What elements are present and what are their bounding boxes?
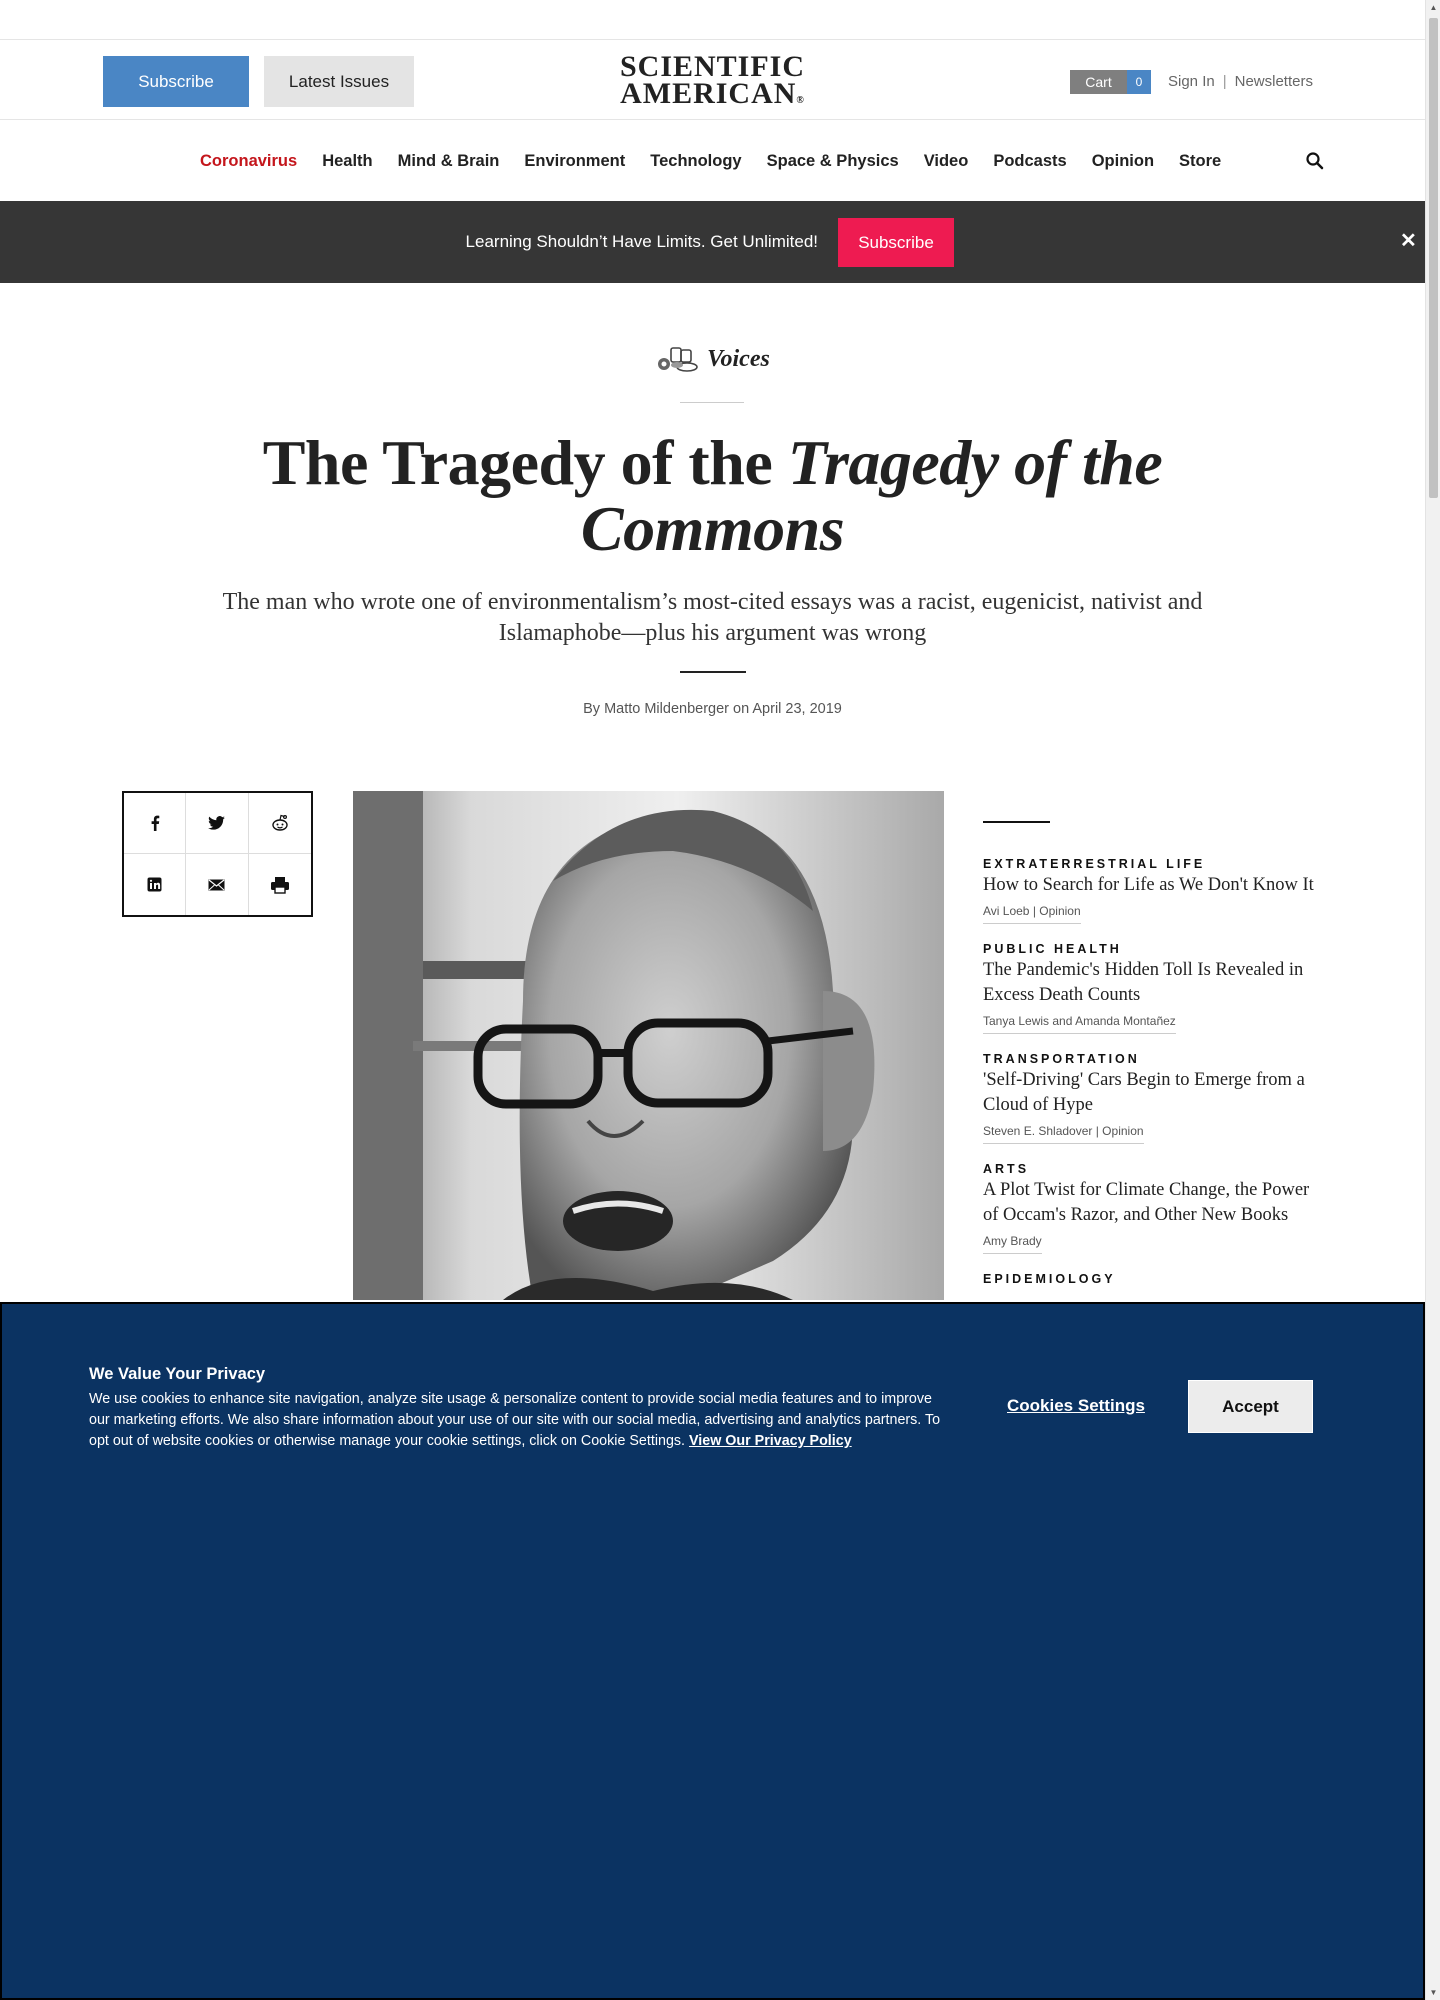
- nav-item-environment[interactable]: Environment: [524, 152, 625, 171]
- search-icon[interactable]: [1305, 151, 1325, 171]
- item-kicker: ARTS: [983, 1162, 1030, 1176]
- print-icon[interactable]: [249, 854, 311, 915]
- cookie-title: We Value Your Privacy: [89, 1365, 266, 1383]
- cookies-settings-button[interactable]: Cookies Settings: [1007, 1396, 1145, 1416]
- scrollbar[interactable]: ▲ ▼: [1425, 0, 1440, 2000]
- list-item[interactable]: TRANSPORTATION 'Self-Driving' Cars Begin…: [983, 1052, 1328, 1144]
- scroll-up-icon[interactable]: ▲: [1426, 0, 1440, 15]
- facebook-icon[interactable]: [124, 793, 187, 854]
- nav-item-podcasts[interactable]: Podcasts: [993, 152, 1066, 171]
- item-byline: Tanya Lewis and Amanda Montañez: [983, 1014, 1176, 1034]
- item-title[interactable]: A Plot Twist for Climate Change, the Pow…: [983, 1178, 1328, 1228]
- cart-label: Cart: [1070, 70, 1127, 94]
- nav-item-store[interactable]: Store: [1179, 152, 1221, 171]
- reddit-icon[interactable]: [248, 793, 311, 854]
- scroll-down-icon[interactable]: ▼: [1426, 1985, 1440, 2000]
- section-label[interactable]: Voices: [0, 344, 1425, 379]
- cart-button[interactable]: Cart 0: [1070, 70, 1151, 94]
- site-logo[interactable]: SCIENTIFIC AMERICAN®: [605, 50, 820, 114]
- byline-prefix: By: [583, 701, 601, 717]
- logo-line-1: SCIENTIFIC: [619, 50, 806, 83]
- cookie-body: We use cookies to enhance site navigatio…: [89, 1389, 949, 1452]
- item-title[interactable]: 'Self-Driving' Cars Begin to Emerge from…: [983, 1068, 1328, 1118]
- byline: By Matto Mildenberger on April 23, 2019: [0, 701, 1425, 717]
- item-kicker: PUBLIC HEALTH: [983, 942, 1122, 956]
- section-name: Voices: [707, 345, 770, 372]
- sidebar-divider: [983, 821, 1050, 823]
- registered-mark: ®: [796, 95, 805, 106]
- divider: [680, 671, 746, 673]
- latest-issues-button[interactable]: Latest Issues: [264, 56, 414, 107]
- item-kicker: EPIDEMIOLOGY: [983, 1272, 1116, 1286]
- email-icon[interactable]: [186, 854, 249, 915]
- top-strip: [0, 0, 1425, 40]
- logo-line-2: AMERICAN: [620, 77, 797, 110]
- divider: [680, 402, 744, 403]
- article-headline: The Tragedy of the Tragedy of the Common…: [150, 430, 1275, 562]
- voices-icon: [658, 347, 698, 372]
- nav-item-space-physics[interactable]: Space & Physics: [767, 152, 899, 171]
- account-links: Sign In | Newsletters: [1168, 70, 1313, 94]
- promo-banner: Learning Shouldn’t Have Limits. Get Unli…: [0, 201, 1425, 283]
- list-item[interactable]: EXTRATERRESTRIAL LIFE How to Search for …: [983, 857, 1328, 924]
- nav-item-technology[interactable]: Technology: [650, 152, 741, 171]
- item-kicker: TRANSPORTATION: [983, 1052, 1140, 1066]
- list-item[interactable]: EPIDEMIOLOGY: [983, 1272, 1328, 1286]
- linkedin-icon[interactable]: [124, 854, 187, 915]
- nav-item-mind-brain[interactable]: Mind & Brain: [398, 152, 500, 171]
- list-item[interactable]: ARTS A Plot Twist for Climate Change, th…: [983, 1162, 1328, 1254]
- list-item[interactable]: PUBLIC HEALTH The Pandemic's Hidden Toll…: [983, 942, 1328, 1034]
- subscribe-button[interactable]: Subscribe: [103, 56, 249, 107]
- link-separator: |: [1222, 73, 1227, 90]
- item-title[interactable]: How to Search for Life as We Don't Know …: [983, 873, 1328, 898]
- nav-item-coronavirus[interactable]: Coronavirus: [200, 152, 297, 171]
- byline-on: on: [733, 701, 750, 717]
- scrollbar-thumb[interactable]: [1429, 18, 1438, 498]
- twitter-icon[interactable]: [186, 793, 249, 854]
- related-articles: EXTRATERRESTRIAL LIFE How to Search for …: [983, 857, 1328, 1304]
- article-dek: The man who wrote one of environmentalis…: [222, 589, 1203, 646]
- article-hero-image: [353, 791, 944, 1300]
- item-byline: Steven E. Shladover | Opinion: [983, 1124, 1144, 1144]
- nav-item-opinion[interactable]: Opinion: [1092, 152, 1154, 171]
- sign-in-link[interactable]: Sign In: [1168, 73, 1215, 90]
- accept-button[interactable]: Accept: [1188, 1380, 1313, 1433]
- publish-date: April 23, 2019: [752, 701, 842, 717]
- cart-count-badge: 0: [1127, 70, 1151, 94]
- promo-text: Learning Shouldn’t Have Limits. Get Unli…: [465, 232, 818, 251]
- item-title[interactable]: The Pandemic's Hidden Toll Is Revealed i…: [983, 958, 1328, 1008]
- close-icon[interactable]: ✕: [1400, 231, 1417, 251]
- author-link[interactable]: Matto Mildenberger: [604, 701, 729, 717]
- main-nav: Coronavirus Health Mind & Brain Environm…: [0, 121, 1425, 201]
- site-header: Subscribe Latest Issues SCIENTIFIC AMERI…: [0, 40, 1425, 120]
- item-byline: Amy Brady: [983, 1234, 1042, 1254]
- privacy-policy-link[interactable]: View Our Privacy Policy: [689, 1433, 852, 1449]
- share-grid: [122, 791, 313, 917]
- item-byline: Avi Loeb | Opinion: [983, 904, 1081, 924]
- headline-plain: The Tragedy of the: [262, 427, 788, 498]
- nav-item-video[interactable]: Video: [924, 152, 969, 171]
- promo-subscribe-button[interactable]: Subscribe: [838, 218, 954, 267]
- nav-item-health[interactable]: Health: [322, 152, 372, 171]
- newsletters-link[interactable]: Newsletters: [1235, 73, 1313, 90]
- cookie-consent-banner: We Value Your Privacy We use cookies to …: [0, 1302, 1425, 2000]
- item-kicker: EXTRATERRESTRIAL LIFE: [983, 857, 1206, 871]
